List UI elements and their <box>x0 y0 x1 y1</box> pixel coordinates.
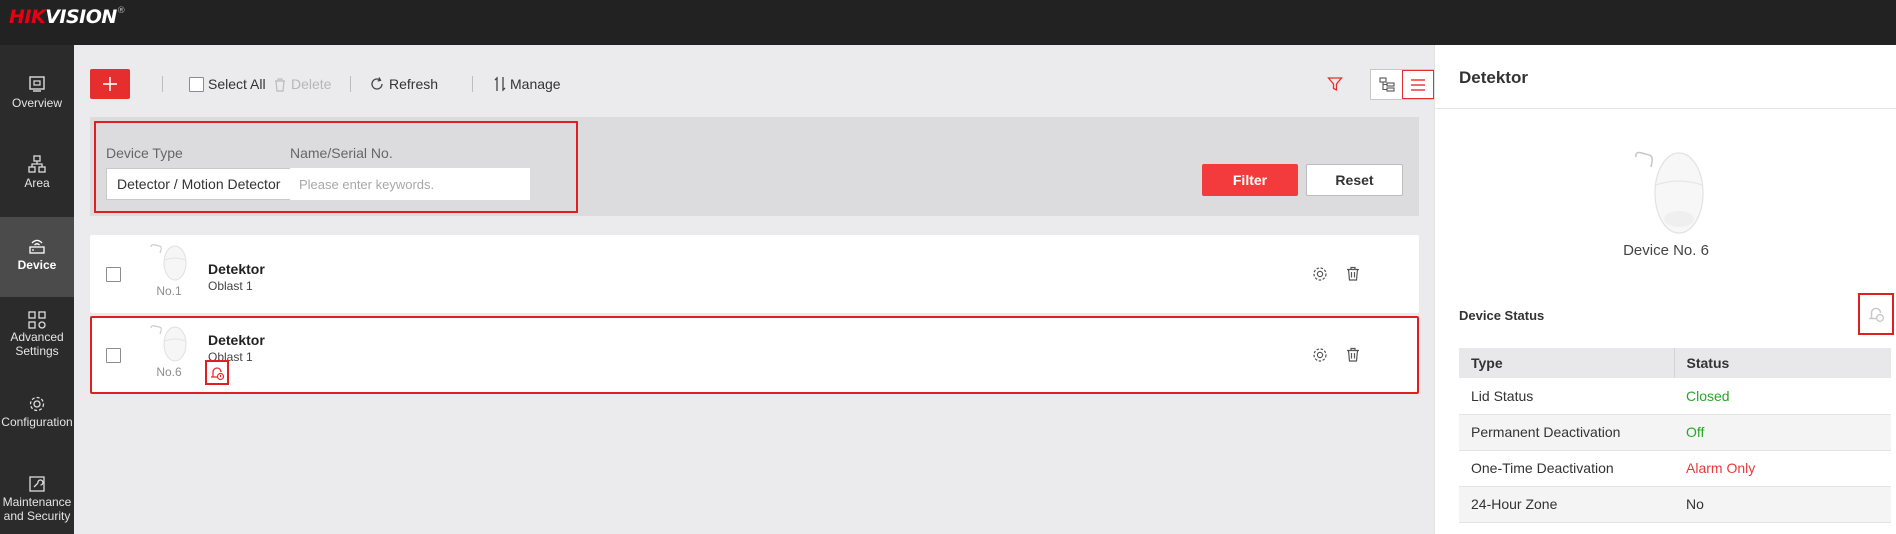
name-serial-label: Name/Serial No. <box>290 145 393 161</box>
row-checkbox[interactable] <box>106 267 121 282</box>
nav-label: Configuration <box>1 415 73 429</box>
status-type: Permanent Deactivation <box>1459 414 1674 451</box>
area-icon <box>28 155 46 173</box>
alarm-only-icon[interactable] <box>209 365 225 381</box>
settings-icon[interactable] <box>1312 347 1328 363</box>
manage-button[interactable]: Manage <box>494 69 561 99</box>
device-icon <box>29 239 45 254</box>
add-device-button[interactable] <box>90 69 130 99</box>
sort-icon <box>494 76 506 92</box>
device-status-title: Device Status <box>1459 308 1545 323</box>
nav-label: Area <box>24 176 50 190</box>
device-number: No.6 <box>156 365 182 379</box>
hikvision-logo: HIKVISION® <box>9 6 126 28</box>
list-view-icon <box>1411 78 1426 91</box>
trash-icon[interactable] <box>1346 347 1360 362</box>
device-row[interactable]: No.1 Detektor Oblast 1 <box>90 235 1419 313</box>
trash-icon <box>275 77 285 92</box>
motion-detector-image <box>150 325 187 362</box>
nav-item-overview[interactable]: Overview <box>0 75 74 155</box>
top-bar: HIKVISION® <box>0 0 1896 45</box>
nav-item-advanced-settings[interactable]: Advanced Settings <box>0 311 74 391</box>
trash-icon[interactable] <box>1346 266 1360 281</box>
refresh-icon <box>371 77 383 90</box>
device-status-table: Type Status Lid Status Closed Permanent De… <box>1459 348 1891 523</box>
status-type: 24-Hour Zone <box>1459 486 1674 523</box>
motion-detector-image <box>150 244 187 281</box>
device-type-select[interactable]: Detector / Motion Detector <box>106 168 313 200</box>
status-icon-highlight <box>1858 293 1894 335</box>
alarm-only-icon[interactable] <box>1867 305 1885 323</box>
filter-icon[interactable] <box>1327 76 1343 92</box>
delete-label: Delete <box>291 76 332 92</box>
nav-label: Settings <box>15 344 59 358</box>
detail-device-number: Device No. 6 <box>1623 242 1709 259</box>
device-name: Detektor <box>208 332 265 348</box>
device-area: Oblast 1 <box>208 279 253 293</box>
nav-item-device[interactable]: Device <box>0 217 74 297</box>
divider <box>350 76 351 92</box>
list-view-button[interactable] <box>1402 70 1434 99</box>
settings-icon[interactable] <box>1312 266 1328 282</box>
nav-label: and Security <box>3 509 71 523</box>
device-type-label: Device Type <box>106 145 183 161</box>
status-column-header: Status <box>1673 348 1891 378</box>
divider <box>1435 108 1896 109</box>
device-detail-panel: Detektor Device No. 6 Device Status Type… <box>1434 45 1896 534</box>
select-all-checkbox[interactable]: Select All <box>189 69 266 99</box>
status-value: Alarm Only <box>1674 450 1891 487</box>
reset-button[interactable]: Reset <box>1306 164 1403 196</box>
filter-panel: Device Type Name/Serial No. Detector / M… <box>90 117 1419 216</box>
status-row: 24-Hour Zone No <box>1459 486 1891 523</box>
maintenance-icon <box>29 476 45 492</box>
toolbar: Select All Delete Refresh Manage <box>90 69 1435 100</box>
device-row-selected[interactable]: No.6 Detektor Oblast 1 <box>90 316 1419 394</box>
main-content: Select All Delete Refresh Manage Device … <box>74 45 1435 534</box>
tree-view-icon <box>1379 76 1395 92</box>
gear-icon <box>29 396 45 412</box>
plus-icon <box>103 77 117 91</box>
nav-label: Overview <box>11 96 62 110</box>
status-type: Lid Status <box>1459 378 1674 415</box>
detail-title: Detektor <box>1459 68 1528 87</box>
nav-label: Maintenance <box>2 495 72 509</box>
checkbox[interactable] <box>189 76 204 92</box>
nav-label: Device <box>17 258 57 272</box>
status-row: Lid Status Closed <box>1459 378 1891 415</box>
status-row: One-Time Deactivation Alarm Only <box>1459 450 1891 487</box>
refresh-button[interactable]: Refresh <box>369 69 438 99</box>
name-serial-input[interactable] <box>290 168 530 200</box>
nav-label: Advanced <box>10 330 64 344</box>
device-type-value: Detector / Motion Detector <box>117 176 281 192</box>
divider <box>472 76 473 92</box>
motion-detector-image <box>1635 151 1704 234</box>
manage-label: Manage <box>510 76 561 92</box>
type-column-header: Type <box>1459 348 1674 378</box>
advanced-settings-icon <box>28 311 46 329</box>
status-type: One-Time Deactivation <box>1459 450 1674 487</box>
divider <box>162 76 163 92</box>
filter-button[interactable]: Filter <box>1202 164 1298 196</box>
refresh-label: Refresh <box>389 76 439 92</box>
status-row: Permanent Deactivation Off <box>1459 414 1891 451</box>
view-toggle <box>1370 69 1435 100</box>
delete-button[interactable]: Delete <box>273 69 331 99</box>
status-value: Off <box>1674 414 1891 451</box>
filter-fields-highlight: Device Type Name/Serial No. Detector / M… <box>94 121 578 213</box>
select-all-label: Select All <box>208 76 266 92</box>
device-number: No.1 <box>156 284 182 298</box>
overview-icon <box>29 76 45 92</box>
status-value: Closed <box>1674 378 1891 415</box>
left-nav: Overview Area Device Advanced Settings C… <box>0 45 74 534</box>
nav-item-configuration[interactable]: Configuration <box>0 395 74 475</box>
status-value: No <box>1674 486 1891 523</box>
tree-view-button[interactable] <box>1371 70 1402 99</box>
row-checkbox[interactable] <box>106 348 121 363</box>
alarm-status-highlight <box>205 360 229 385</box>
nav-item-maintenance[interactable]: Maintenance and Security <box>0 475 74 534</box>
device-name: Detektor <box>208 261 265 277</box>
